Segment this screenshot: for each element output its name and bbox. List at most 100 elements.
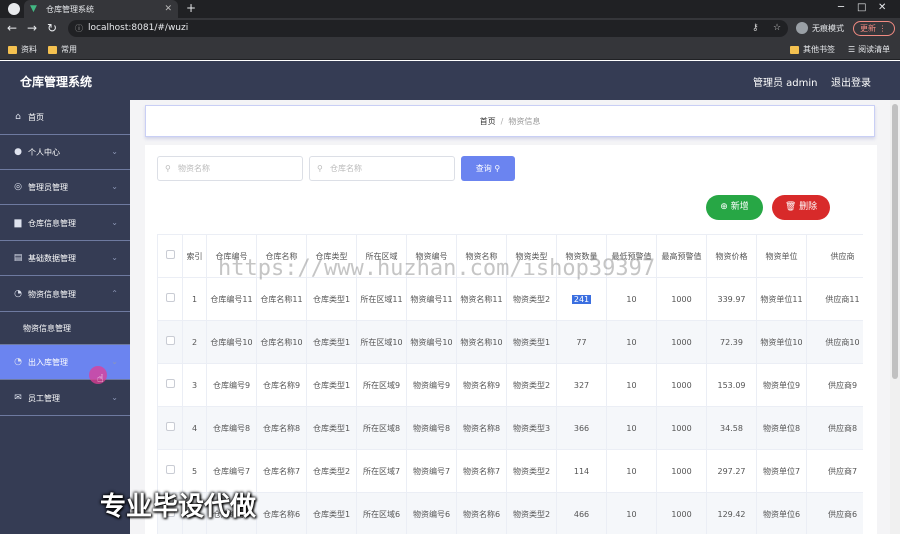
table-row[interactable]: 6 仓库编号6 仓库名称6 仓库类型1 所在区域6 物资编号6 物资名称6 物资类型2 466 1… [157, 492, 863, 534]
delete-button[interactable]: 🗑 删除 [772, 195, 830, 220]
table-cell: 物资单位8 [756, 406, 807, 450]
incognito-avatar-icon [796, 22, 808, 34]
table-cell: 供应商7 [806, 449, 863, 493]
table-cell: 供应商11 [806, 277, 863, 321]
url-text: localhost:8081/#/wuzi [88, 23, 189, 33]
scrollbar-thumb[interactable] [892, 104, 898, 379]
gauge-icon: ◔ [14, 357, 22, 367]
column-header: 索引 [182, 234, 207, 278]
update-button[interactable]: 更新 ⋮ [853, 21, 895, 36]
info-icon: ⓘ [75, 24, 83, 33]
sidebar-item-materials[interactable]: ◔ 物资信息管理 ⌃ [0, 277, 130, 312]
table-cell: 仓库名称10 [256, 320, 307, 364]
table-cell: 物资单位11 [756, 277, 807, 321]
new-tab-icon[interactable]: + [186, 1, 196, 15]
row-checkbox[interactable] [157, 406, 183, 450]
table-cell: 物资名称6 [456, 492, 507, 534]
browser-tab[interactable]: ▼ 仓库管理系统 ✕ [24, 0, 178, 18]
table-row[interactable]: 4 仓库编号8 仓库名称8 仓库类型1 所在区域8 物资编号8 物资名称8 物资类型3 366 1… [157, 406, 863, 450]
breadcrumb-home[interactable]: 首页 [480, 116, 496, 127]
user-icon: ● [14, 147, 22, 157]
close-window-icon[interactable]: ✕ [878, 2, 886, 13]
table-cell: 供应商6 [806, 492, 863, 534]
table-cell: 1000 [656, 363, 707, 407]
home-icon: ⌂ [15, 112, 21, 122]
forward-icon[interactable]: → [27, 21, 37, 35]
row-checkbox[interactable] [157, 277, 183, 321]
reload-icon[interactable]: ↻ [47, 21, 57, 35]
minimize-icon[interactable]: ─ [838, 2, 844, 13]
bookmark-star-icon[interactable]: ☆ [773, 23, 781, 33]
search-icon: ⚲ [317, 164, 323, 173]
query-button[interactable]: 查询 ⚲ [461, 156, 515, 181]
table-cell: 1000 [656, 449, 707, 493]
maximize-icon[interactable]: □ [857, 2, 866, 13]
sidebar-subitem-materials[interactable]: 物资信息管理 [0, 312, 130, 345]
table-cell: 3 [182, 363, 207, 407]
material-name-search-input[interactable]: ⚲ 物资名称 [157, 156, 303, 181]
watermark-text: 专业毕设代做 [100, 492, 257, 522]
table-cell: 仓库编号9 [206, 363, 257, 407]
page-scrollbar[interactable] [890, 100, 900, 534]
mail-icon: ✉ [14, 393, 22, 403]
table-cell: 仓库类型1 [306, 277, 357, 321]
table-row[interactable]: 1 仓库编号11 仓库名称11 仓库类型1 所在区域11 物资编号11 物资名称11 物资类型… [157, 277, 863, 321]
table-cell: 1000 [656, 277, 707, 321]
table-cell: 10 [606, 363, 657, 407]
table-cell: 物资类型2 [506, 492, 557, 534]
warehouse-name-search-input[interactable]: ⚲ 仓库名称 [309, 156, 455, 181]
select-all-checkbox[interactable] [157, 234, 183, 278]
gauge-icon: ◔ [14, 289, 22, 299]
table-cell: 供应商10 [806, 320, 863, 364]
sidebar-item-home[interactable]: ⌂ 首页 [0, 100, 130, 135]
table-row[interactable]: 5 仓库编号7 仓库名称7 仓库类型2 所在区域7 物资编号7 物资名称7 物资类型2 114 1… [157, 449, 863, 493]
bookmark-folder[interactable]: 常用 [48, 44, 77, 55]
other-bookmarks[interactable]: 其他书签 [790, 44, 835, 55]
table-cell: 241 [556, 277, 607, 321]
table-cell: 物资名称7 [456, 449, 507, 493]
tab-title: 仓库管理系统 [46, 4, 94, 14]
table-cell: 物资单位9 [756, 363, 807, 407]
breadcrumb-separator: / [500, 116, 504, 126]
browser-menu-icon[interactable] [8, 3, 20, 15]
browser-tab-bar: ▼ 仓库管理系统 ✕ + ─ □ ✕ [0, 0, 900, 18]
reading-list[interactable]: ☰ 阅读清单 [848, 44, 890, 55]
sidebar-item-warehouse[interactable]: ▆ 仓库信息管理 ⌄ [0, 206, 130, 241]
chevron-down-icon: ⌄ [111, 357, 118, 366]
breadcrumb-current: 物资信息 [508, 116, 541, 126]
sidebar-item-staff[interactable]: ✉ 员工管理 ⌄ [0, 381, 130, 416]
table-cell: 所在区域11 [356, 277, 407, 321]
table-cell: 10 [606, 492, 657, 534]
table-cell: 77 [556, 320, 607, 364]
table-cell: 72.39 [706, 320, 757, 364]
key-icon[interactable]: ⚷ [752, 23, 759, 33]
table-cell: 仓库类型1 [306, 492, 357, 534]
tab-close-icon[interactable]: ✕ [164, 4, 172, 14]
back-icon[interactable]: ← [7, 21, 17, 35]
bookmark-folder[interactable]: 资料 [8, 44, 37, 55]
table-row[interactable]: 3 仓库编号9 仓库名称9 仓库类型1 所在区域9 物资编号9 物资名称9 物资类型2 327 1… [157, 363, 863, 407]
add-button[interactable]: ⊕ 新增 [706, 195, 763, 220]
sidebar-item-admins[interactable]: ◎ 管理员管理 ⌄ [0, 170, 130, 205]
table-cell: 物资编号8 [406, 406, 457, 450]
column-header: 物资价格 [706, 234, 757, 278]
row-checkbox[interactable] [157, 320, 183, 364]
sidebar-item-profile[interactable]: ● 个人中心 ⌄ [0, 135, 130, 170]
content-card: ⚲ 物资名称 ⚲ 仓库名称 查询 ⚲ ⊕ 新增 🗑 删除 索引 仓库编号 仓库名… [145, 145, 877, 534]
sidebar-item-inout[interactable]: ◔ 出入库管理 ⌄ [0, 345, 130, 380]
app-title: 仓库管理系统 [20, 75, 93, 89]
row-checkbox[interactable] [157, 363, 183, 407]
table-cell: 所在区域9 [356, 363, 407, 407]
table-cell: 仓库类型1 [306, 406, 357, 450]
main-area: 首页 / 物资信息 ⚲ 物资名称 ⚲ 仓库名称 查询 ⚲ ⊕ 新增 🗑 删除 索… [130, 100, 900, 534]
breadcrumb: 首页 / 物资信息 [145, 105, 875, 137]
table-cell: 物资名称8 [456, 406, 507, 450]
table-cell: 366 [556, 406, 607, 450]
address-bar[interactable]: ⓘ localhost:8081/#/wuzi [68, 20, 788, 37]
table-row[interactable]: 2 仓库编号10 仓库名称10 仓库类型1 所在区域10 物资编号10 物资名称10 物资类型… [157, 320, 863, 364]
incognito-indicator[interactable]: 无痕模式 [796, 22, 844, 34]
table-cell: 1 [182, 277, 207, 321]
table-cell: 153.09 [706, 363, 757, 407]
sidebar-item-basic-data[interactable]: ▤ 基础数据管理 ⌄ [0, 241, 130, 276]
logout-link[interactable]: 退出登录 [831, 74, 871, 89]
